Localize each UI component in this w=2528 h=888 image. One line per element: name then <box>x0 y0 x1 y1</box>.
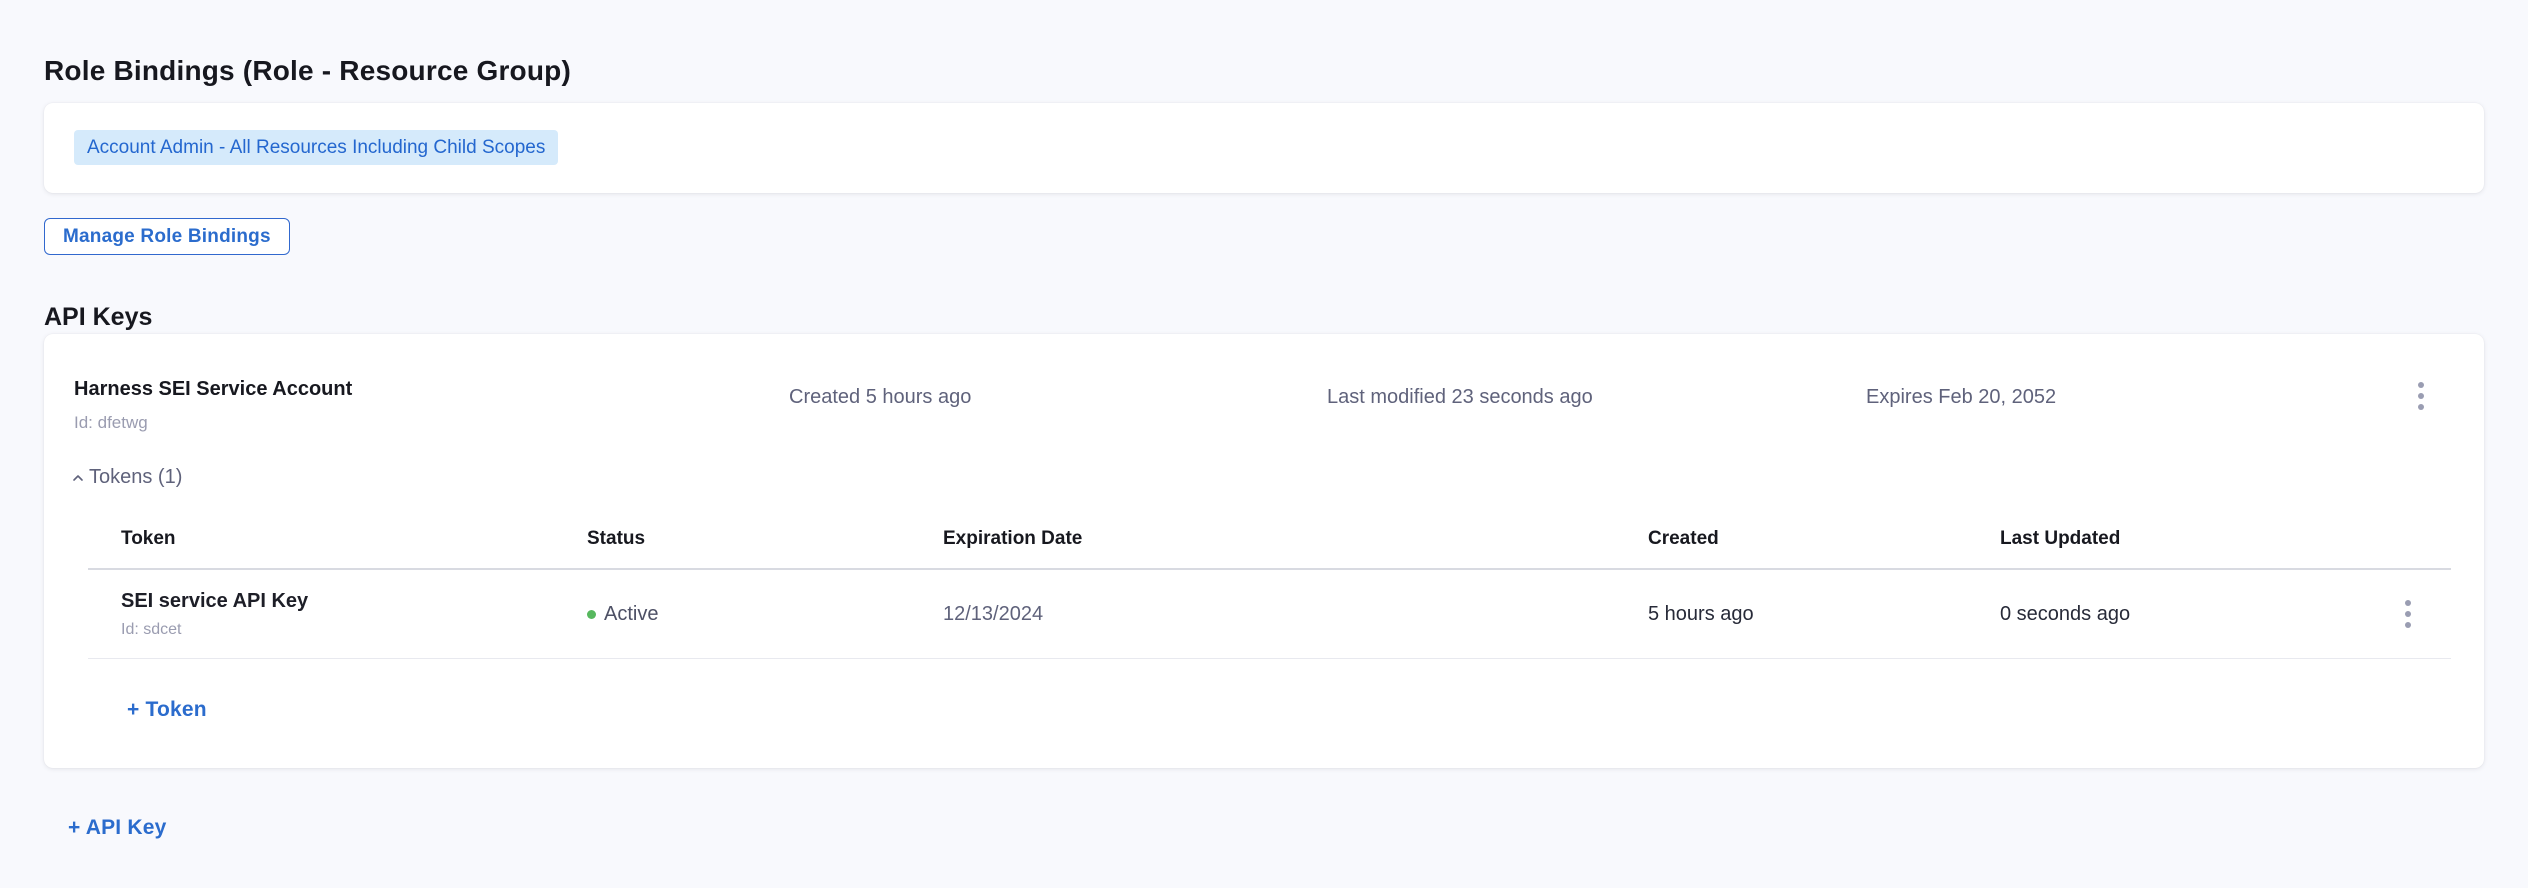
api-key-expires: Expires Feb 20, 2052 <box>1866 386 2056 409</box>
column-header-expiration-date: Expiration Date <box>943 528 1648 550</box>
token-id: Id: sdcet <box>121 621 587 639</box>
token-created: 5 hours ago <box>1648 603 2000 626</box>
chevron-up-icon <box>70 470 86 486</box>
status-active-dot-icon <box>587 610 596 619</box>
api-key-menu-button[interactable] <box>2408 374 2434 418</box>
add-token-button[interactable]: + Token <box>121 694 213 726</box>
role-binding-badge[interactable]: Account Admin - All Resources Including … <box>74 130 558 165</box>
api-key-card: Harness SEI Service Account Id: dfetwg C… <box>44 334 2484 768</box>
api-key-id: Id: dfetwg <box>74 413 148 433</box>
manage-role-bindings-button[interactable]: Manage Role Bindings <box>44 218 290 255</box>
api-keys-heading: API Keys <box>44 303 152 332</box>
kebab-menu-icon <box>2418 382 2424 388</box>
token-name: SEI service API Key <box>121 590 587 613</box>
tokens-table-header: Token Status Expiration Date Created Las… <box>88 510 2451 570</box>
api-key-last-modified: Last modified 23 seconds ago <box>1327 386 1593 409</box>
column-header-token: Token <box>88 528 587 550</box>
api-key-name: Harness SEI Service Account <box>74 378 352 401</box>
tokens-toggle-label: Tokens (1) <box>89 466 182 489</box>
role-bindings-card: Account Admin - All Resources Including … <box>44 103 2484 193</box>
column-header-created: Created <box>1648 528 2000 550</box>
column-header-status: Status <box>587 528 943 550</box>
token-menu-button[interactable] <box>2395 592 2421 636</box>
token-expiration-date: 12/13/2024 <box>943 603 1648 626</box>
add-api-key-button[interactable]: + API Key <box>62 812 172 844</box>
token-table-row: SEI service API Key Id: sdcet Active 12/… <box>88 570 2451 659</box>
kebab-menu-icon <box>2405 600 2411 606</box>
token-last-updated: 0 seconds ago <box>2000 603 2420 626</box>
token-status: Active <box>604 603 658 626</box>
column-header-last-updated: Last Updated <box>2000 528 2420 550</box>
tokens-table: Token Status Expiration Date Created Las… <box>88 510 2451 659</box>
tokens-expand-toggle[interactable]: Tokens (1) <box>70 466 182 489</box>
page-title: Role Bindings (Role - Resource Group) <box>44 55 571 87</box>
api-key-created: Created 5 hours ago <box>789 386 971 409</box>
